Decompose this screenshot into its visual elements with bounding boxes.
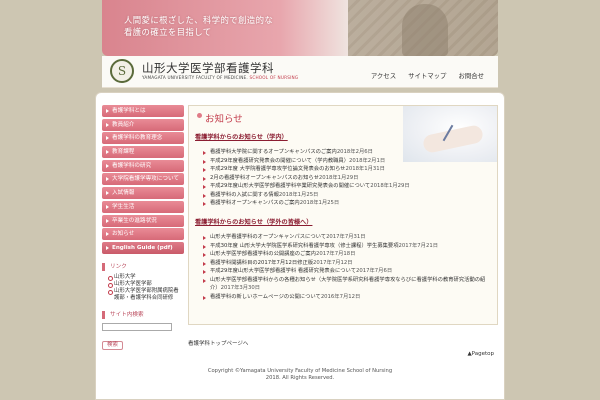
main-content: お知らせ 看護学科からのお知らせ（学内） 看護学科大学院に関するオープンキャンパ… xyxy=(188,105,498,325)
news-item[interactable]: 山形大学医学部看護学科からの各種お知らせ（大学院医学系研究科看護学専攻ならびに看… xyxy=(203,276,493,293)
news-text: 平成29年度 大学院看護学専攻学位論文発表会のお知らせ xyxy=(210,166,346,172)
content-shell: 看護学科とは 教員紹介 看護学科の教育理念 教育課程 看護学科の研究 大学院看護… xyxy=(95,92,505,400)
site-subtitle: YAMAGATA UNIVERSITY FACULTY OF MEDICINE.… xyxy=(142,75,298,80)
sidebar-item-english-guide[interactable]: English Guide (pdf) xyxy=(102,241,184,254)
copyright: Copyright ©Yamagata University Faculty o… xyxy=(96,368,504,382)
news-text: 山形大学医学部看護学科の公開講座のご案内 xyxy=(210,251,316,257)
news-item[interactable]: 看護学科大学院に関するオープンキャンパスのご案内2018年2月6日 xyxy=(203,148,493,157)
sidebar-item-student-life[interactable]: 学生生活 xyxy=(102,200,184,213)
link-medicine[interactable]: 山形大学医学部 xyxy=(108,281,184,288)
news-list-external: 山形大学看護学科のオープンキャンパスについて2017年7月31日 平成30年度 … xyxy=(203,233,493,301)
news-date: 2018年1月29日 xyxy=(318,174,359,181)
nav-access[interactable]: アクセス xyxy=(371,71,396,80)
sidebar-item-philosophy[interactable]: 看護学科の教育理念 xyxy=(102,132,184,145)
news-date: 2018年1月29日 xyxy=(370,183,410,189)
news-text: 看護学科の新しいホームページの公開について xyxy=(210,293,321,300)
search-button[interactable]: 検索 xyxy=(102,340,123,350)
news-date: 2018年1月31日 xyxy=(345,166,385,172)
section-internal-title[interactable]: 看護学科からのお知らせ（学内） xyxy=(195,132,288,141)
university-logo-icon[interactable]: S xyxy=(110,59,134,83)
link-joint-training[interactable]: 山形大学医学部附属病院看護部・看護学科合同研修 xyxy=(108,288,184,302)
news-item[interactable]: 2月の看護学科オープンキャンパスのお知らせ2018年1月29日 xyxy=(203,174,493,183)
sidebar-item-admissions[interactable]: 入試情報 xyxy=(102,187,184,200)
sidebar-item-faculty[interactable]: 教員紹介 xyxy=(102,118,184,131)
page-title: お知らせ xyxy=(197,111,243,125)
news-text: 2月の看護学科オープンキャンパスのお知らせ xyxy=(210,174,319,181)
news-date: 2017年7月31日 xyxy=(326,234,366,240)
nav-contact[interactable]: お問合せ xyxy=(458,71,484,80)
copyright-line2: 2018. All Rights Reserved. xyxy=(265,375,335,381)
news-text: 平成29年度山形大学医学部看護学科卒業研究発表会の開催について xyxy=(210,183,371,189)
site-subtitle-main: YAMAGATA UNIVERSITY FACULTY OF MEDICINE. xyxy=(142,75,248,80)
news-item[interactable]: 平成29年度 大学院看護学専攻学位論文発表会のお知らせ2018年1月31日 xyxy=(203,165,493,174)
sidebar: 看護学科とは 教員紹介 看護学科の教育理念 教育課程 看護学科の研究 大学院看護… xyxy=(102,105,184,350)
news-item[interactable]: 山形大学看護学科のオープンキャンパスについて2017年7月31日 xyxy=(203,233,493,242)
news-text: 平成29年度看護研究発表会の開催について（学内教職員） xyxy=(210,157,350,164)
news-item[interactable]: 看護学科の入試に関する情報2018年1月25日 xyxy=(203,191,493,200)
links-heading: リンク xyxy=(102,262,184,271)
statue-figure xyxy=(402,4,448,56)
news-date: 2018年2月1日 xyxy=(349,157,386,164)
news-date: 2017年7月18日 xyxy=(315,251,356,257)
links-list: 山形大学 山形大学医学部 山形大学医学部附属病院看護部・看護学科合同研修 xyxy=(102,274,184,302)
page: 人間愛に根ざした、科学的で創造的な 看護の確立を目指して S 山形大学医学部看護… xyxy=(95,0,505,400)
news-item[interactable]: 看護学科の新しいホームページの公開について2016年7月12日 xyxy=(203,293,493,302)
news-date: 2018年2月6日 xyxy=(336,149,373,155)
news-text: 看護学科オープンキャンパスのご案内 xyxy=(210,200,300,206)
news-item[interactable]: 看護学科オープンキャンパスのご案内2018年1月25日 xyxy=(203,199,493,208)
news-date: 2018年1月25日 xyxy=(299,200,340,206)
sidebar-item-about[interactable]: 看護学科とは xyxy=(102,105,184,117)
sidebar-item-careers[interactable]: 卒業生の進路状況 xyxy=(102,214,184,227)
news-item[interactable]: 山形大学医学部看護学科の公開講座のご案内2017年7月18日 xyxy=(203,250,493,259)
brand-bar: S 山形大学医学部看護学科 YAMAGATA UNIVERSITY FACULT… xyxy=(102,56,498,88)
news-item[interactable]: 平成30年度 山形大学大学院医学系研究科看護学専攻（修士課程）学生募集要項201… xyxy=(203,242,493,251)
news-item[interactable]: 看護学科開講科目の2017年7月12日修正版2017年7月12日 xyxy=(203,259,493,268)
news-list-internal: 看護学科大学院に関するオープンキャンパスのご案内2018年2月6日 平成29年度… xyxy=(203,148,493,208)
news-item[interactable]: 平成29年度山形大学医学部看護学科卒業研究発表会の開催について2018年1月29… xyxy=(203,182,493,191)
pagetop-link[interactable]: ▲Pagetop xyxy=(467,351,494,357)
sidebar-item-research[interactable]: 看護学科の研究 xyxy=(102,159,184,172)
news-date: 2018年1月25日 xyxy=(278,191,319,198)
copyright-line1: Copyright ©Yamagata University Faculty o… xyxy=(207,368,393,374)
site-subtitle-school: SCHOOL OF NURSING xyxy=(249,75,299,80)
tagline-line2: 看護の確立を目指して xyxy=(124,27,212,37)
news-date: 2017年7月21日 xyxy=(398,242,439,249)
news-text: 看護学科大学院に関するオープンキャンパスのご案内 xyxy=(210,149,337,155)
news-date: 2017年3月30日 xyxy=(220,285,261,291)
nav-sitemap[interactable]: サイトマップ xyxy=(408,71,446,80)
sidebar-item-graduate[interactable]: 大学院看護学専攻について xyxy=(102,173,184,186)
news-item[interactable]: 平成29年度山形大学医学部看護学科 看護研究発表会について2017年7月6日 xyxy=(203,267,493,276)
news-text: 平成30年度 山形大学大学院医学系研究科看護学専攻（修士課程）学生募集要項 xyxy=(210,242,399,249)
top-nav: アクセス サイトマップ お問合せ xyxy=(371,71,484,80)
news-item[interactable]: 平成29年度看護研究発表会の開催について（学内教職員）2018年2月1日 xyxy=(203,157,493,166)
news-date: 2016年7月12日 xyxy=(320,293,361,300)
search-heading: サイト内検索 xyxy=(102,310,184,319)
top-page-link[interactable]: 看護学科トップページへ xyxy=(188,339,248,347)
link-university[interactable]: 山形大学 xyxy=(108,274,184,281)
news-text: 山形大学看護学科のオープンキャンパスについて xyxy=(210,234,327,240)
news-text: 看護学科開講科目の2017年7月12日修正版 xyxy=(210,259,314,266)
tagline-line1: 人間愛に根ざした、科学的で創造的な xyxy=(124,15,274,25)
sidebar-item-curriculum[interactable]: 教育課程 xyxy=(102,146,184,159)
header-banner: 人間愛に根ざした、科学的で創造的な 看護の確立を目指して xyxy=(102,0,498,56)
site-title[interactable]: 山形大学医学部看護学科 xyxy=(142,60,274,76)
news-text: 看護学科の入試に関する情報 xyxy=(210,191,279,198)
news-date: 2017年7月12日 xyxy=(313,259,353,266)
search-input[interactable] xyxy=(102,322,172,331)
news-date: 2017年7月6日 xyxy=(356,268,393,274)
section-external-title[interactable]: 看護学科からのお知らせ（学外の皆様へ） xyxy=(195,217,312,226)
sidebar-item-news[interactable]: お知らせ xyxy=(102,228,184,241)
news-text: 平成29年度山形大学医学部看護学科 看護研究発表会について xyxy=(210,268,356,274)
tagline: 人間愛に根ざした、科学的で創造的な 看護の確立を目指して xyxy=(124,14,273,38)
